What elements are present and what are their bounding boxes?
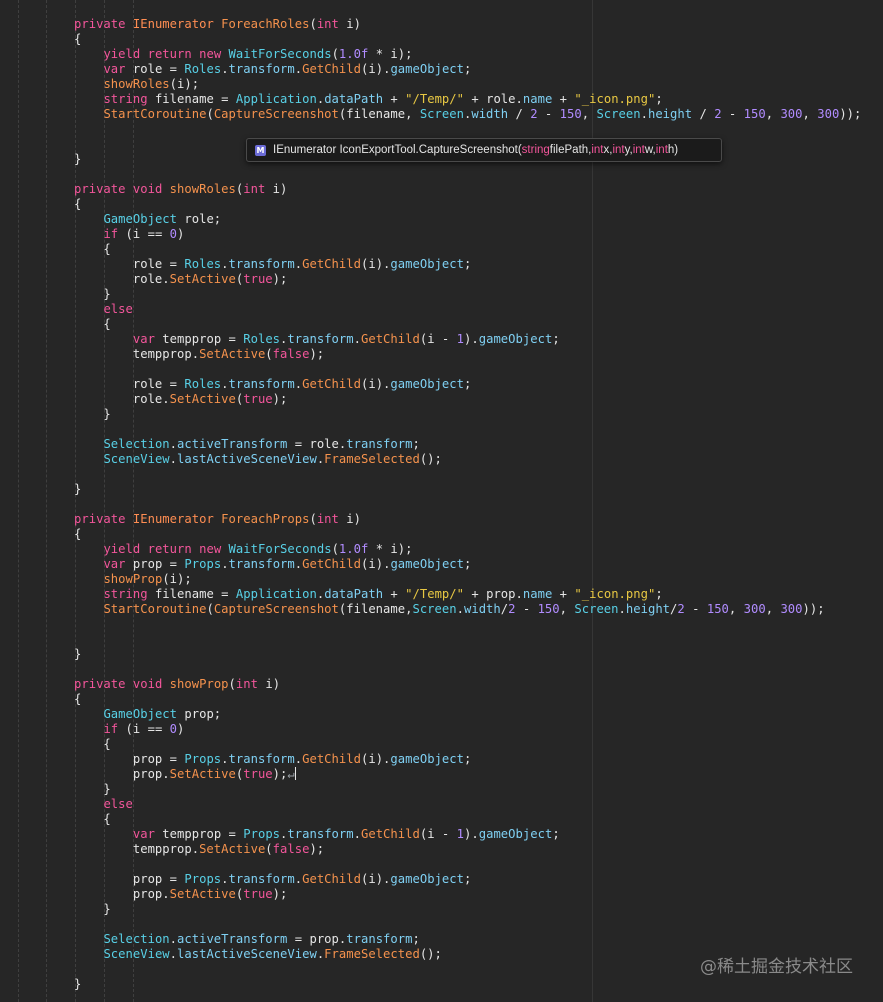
code-line[interactable]: var role = Roles.transform.GetChild(i).g… bbox=[74, 62, 861, 77]
code-line[interactable]: { bbox=[74, 527, 861, 542]
tooltip-param-type: int bbox=[655, 144, 668, 156]
code-line[interactable]: prop = Props.transform.GetChild(i).gameO… bbox=[74, 752, 861, 767]
code-line[interactable]: else bbox=[74, 302, 861, 317]
method-icon: M bbox=[255, 144, 266, 156]
code-line[interactable] bbox=[74, 362, 861, 377]
code-line[interactable]: SceneView.lastActiveSceneView.FrameSelec… bbox=[74, 452, 861, 467]
tooltip-param-name: y, bbox=[624, 144, 633, 156]
code-line[interactable]: { bbox=[74, 32, 861, 47]
code-line[interactable]: { bbox=[74, 197, 861, 212]
text-cursor bbox=[294, 767, 296, 780]
code-line[interactable]: Selection.activeTransform = role.transfo… bbox=[74, 437, 861, 452]
tooltip-param-type: int bbox=[632, 144, 645, 156]
code-line[interactable] bbox=[74, 662, 861, 677]
tooltip-param-type: string bbox=[521, 144, 550, 156]
code-line[interactable]: role = Roles.transform.GetChild(i).gameO… bbox=[74, 377, 861, 392]
code-line[interactable] bbox=[74, 857, 861, 872]
code-line[interactable]: } bbox=[74, 902, 861, 917]
code-line[interactable]: } bbox=[74, 977, 861, 992]
code-line[interactable]: tempprop.SetActive(false); bbox=[74, 347, 861, 362]
code-line[interactable]: if (i == 0) bbox=[74, 722, 861, 737]
code-line[interactable] bbox=[74, 167, 861, 182]
code-line[interactable]: role.SetActive(true); bbox=[74, 272, 861, 287]
code-line[interactable]: private IEnumerator ForeachProps(int i) bbox=[74, 512, 861, 527]
code-line[interactable]: var tempprop = Roles.transform.GetChild(… bbox=[74, 332, 861, 347]
code-line[interactable]: tempprop.SetActive(false); bbox=[74, 842, 861, 857]
code-line[interactable] bbox=[74, 917, 861, 932]
code-line[interactable]: prop = Props.transform.GetChild(i).gameO… bbox=[74, 872, 861, 887]
code-line[interactable]: Selection.activeTransform = prop.transfo… bbox=[74, 932, 861, 947]
code-line[interactable]: StartCoroutine(CaptureScreenshot(filenam… bbox=[74, 107, 861, 122]
code-line[interactable]: showRoles(i); bbox=[74, 77, 861, 92]
code-line[interactable] bbox=[74, 467, 861, 482]
signature-tooltip: M IEnumerator IconExportTool.CaptureScre… bbox=[246, 138, 722, 162]
code-lines[interactable]: private IEnumerator ForeachRoles(int i){… bbox=[74, 17, 861, 992]
code-line[interactable]: var prop = Props.transform.GetChild(i).g… bbox=[74, 557, 861, 572]
code-line[interactable]: string filename = Application.dataPath +… bbox=[74, 92, 861, 107]
tooltip-param-type: int bbox=[591, 144, 604, 156]
code-line[interactable]: showProp(i); bbox=[74, 572, 861, 587]
code-line[interactable]: if (i == 0) bbox=[74, 227, 861, 242]
code-line[interactable]: GameObject role; bbox=[74, 212, 861, 227]
tooltip-param-name: x, bbox=[603, 144, 613, 156]
indent-guide bbox=[18, 0, 19, 1002]
code-line[interactable]: yield return new WaitForSeconds(1.0f * i… bbox=[74, 47, 861, 62]
code-line[interactable]: else bbox=[74, 797, 861, 812]
code-line[interactable]: } bbox=[74, 782, 861, 797]
code-line[interactable]: GameObject prop; bbox=[74, 707, 861, 722]
code-line[interactable] bbox=[74, 617, 861, 632]
indent-guide bbox=[46, 0, 47, 1002]
watermark: @稀土掘金技术社区 bbox=[700, 957, 853, 977]
tooltip-param-name: h) bbox=[667, 144, 679, 156]
code-line[interactable]: } bbox=[74, 482, 861, 497]
code-line[interactable] bbox=[74, 122, 861, 137]
code-line[interactable]: private void showProp(int i) bbox=[74, 677, 861, 692]
code-line[interactable] bbox=[74, 632, 861, 647]
code-line[interactable]: var tempprop = Props.transform.GetChild(… bbox=[74, 827, 861, 842]
code-line[interactable]: } bbox=[74, 287, 861, 302]
code-line[interactable]: { bbox=[74, 737, 861, 752]
tooltip-param-name: filePath, bbox=[549, 144, 592, 156]
code-line[interactable]: } bbox=[74, 647, 861, 662]
code-line[interactable]: { bbox=[74, 812, 861, 827]
code-line[interactable]: private void showRoles(int i) bbox=[74, 182, 861, 197]
code-line[interactable]: yield return new WaitForSeconds(1.0f * i… bbox=[74, 542, 861, 557]
code-line[interactable]: string filename = Application.dataPath +… bbox=[74, 587, 861, 602]
code-line[interactable] bbox=[74, 497, 861, 512]
code-line[interactable]: } bbox=[74, 407, 861, 422]
code-line[interactable]: prop.SetActive(true); bbox=[74, 887, 861, 902]
code-line[interactable]: { bbox=[74, 242, 861, 257]
tooltip-param-type: int bbox=[612, 144, 625, 156]
tooltip-param-name: w, bbox=[644, 144, 656, 156]
code-line[interactable]: StartCoroutine(CaptureScreenshot(filenam… bbox=[74, 602, 861, 617]
code-line[interactable]: prop.SetActive(true);↵ bbox=[74, 767, 861, 782]
code-line[interactable] bbox=[74, 422, 861, 437]
code-line[interactable]: { bbox=[74, 692, 861, 707]
code-line[interactable]: private IEnumerator ForeachRoles(int i) bbox=[74, 17, 861, 32]
code-line[interactable]: role = Roles.transform.GetChild(i).gameO… bbox=[74, 257, 861, 272]
code-line[interactable]: { bbox=[74, 317, 861, 332]
tooltip-method-name: IconExportTool.CaptureScreenshot( bbox=[339, 144, 522, 156]
tooltip-return-type: IEnumerator bbox=[273, 144, 337, 156]
code-line[interactable]: role.SetActive(true); bbox=[74, 392, 861, 407]
